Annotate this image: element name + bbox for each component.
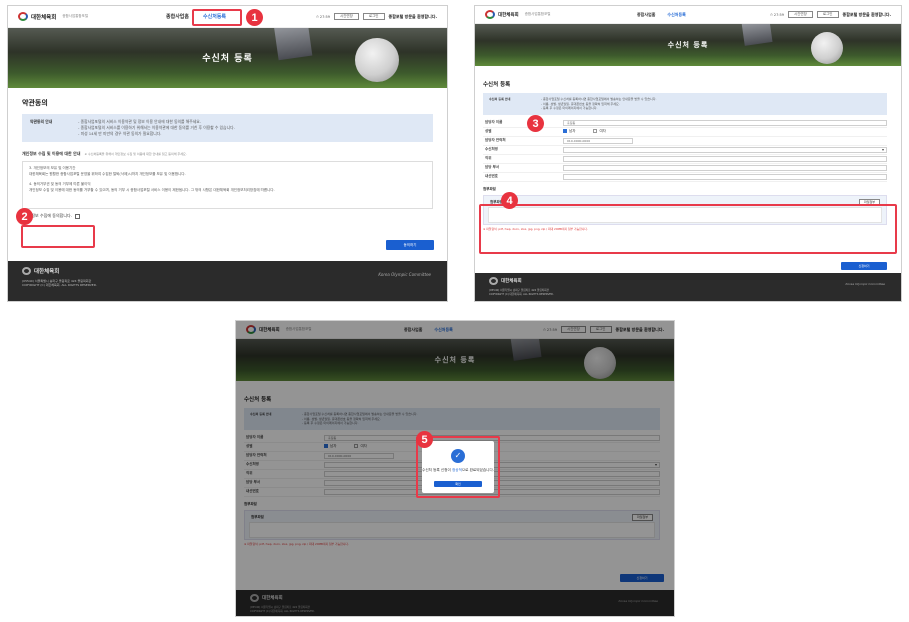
footer-brand: Korea Olympic Committee [378, 272, 431, 277]
site-logo[interactable]: 대한체육회 종합사업통합포털 [18, 12, 88, 21]
position-input[interactable] [563, 155, 887, 162]
session-timer: ⏱ 27:59 [770, 12, 784, 17]
privacy-title: 개인정보 수집 및 이용에 대한 안내 [22, 151, 81, 156]
footer-logo-text: 대한체육회 [501, 279, 522, 284]
field-label: 담당자 이름 [485, 120, 503, 124]
privacy-terms-text[interactable]: 3. 개인정보의 보유 및 이용기간 대한체육회는 원활한 종합사업포털 운영을… [22, 161, 433, 209]
radio-checked-icon [563, 129, 567, 133]
logo-subtext: 종합사업통합포털 [524, 12, 551, 16]
footer: 대한체육회 (05540) 서울특별시 송파구 올림픽로 424 올림픽회관 C… [475, 273, 901, 301]
field-label: 직위 [485, 156, 492, 160]
nav-home[interactable]: 종합사업홈 [166, 13, 189, 20]
logo-text: 대한체육회 [31, 14, 57, 21]
phone-input[interactable]: 010-0000-0000 [563, 137, 633, 144]
attach-section-title: 첨부파일 [483, 186, 496, 191]
field-dept-row: 담당 부서 [483, 164, 887, 173]
section-title: 수신처 등록 [483, 82, 511, 88]
field-org-row: 수신처명 ▾ [483, 146, 887, 155]
name-input[interactable]: 홍길동 [563, 119, 887, 126]
extend-session-button[interactable]: 시간연장 [333, 13, 359, 20]
field-label: 내선번호 [485, 174, 498, 178]
extension-input[interactable] [563, 173, 887, 180]
highlight-attach [479, 204, 897, 254]
footer-copyright: COPYRIGHT (C) 대한체육회. ALL RIGHTS RESERVED… [489, 293, 554, 296]
chevron-down-icon: ▾ [881, 146, 884, 152]
info-line: - 등록 후 수정은 마이페이지에서 가능합니다. [541, 106, 598, 110]
site-logo[interactable]: 대한체육회 종합사업통합포털 [485, 10, 550, 19]
gender-male-radio[interactable]: 남자 [563, 129, 575, 134]
info-label: 수신처 등록 안내 [489, 97, 511, 101]
radio-label: 여자 [599, 129, 606, 133]
footer-logo: 대한체육회 [22, 267, 433, 275]
footer-brand: Korea Olympic Committee [845, 282, 885, 286]
footer-logo: 대한체육회 [489, 277, 887, 285]
footer: 대한체육회 (05540) 서울특별시 송파구 올림픽로 424 올림픽회관 C… [8, 261, 447, 301]
radio-unchecked-icon [593, 129, 598, 133]
footer-logo-text: 대한체육회 [34, 269, 60, 275]
agree-checkbox[interactable] [74, 213, 80, 219]
privacy-heading: 개인정보 수집 및 이용에 대한 안내 ※ 수신처등록을 위해서 개인정보 수집… [22, 151, 433, 157]
hero-title: 수신처 등록 [667, 41, 709, 49]
login-button[interactable]: 로그인 [362, 13, 385, 20]
field-gender-row: 성별 남자 여자 [483, 128, 887, 137]
step-badge-5: 5 [416, 431, 433, 448]
field-position-row: 직위 [483, 155, 887, 164]
terms-content: 약관동의 약관동의 안내 - 종합사업포털의 서비스 이용약관 및 정보 이용 … [8, 88, 447, 219]
field-label: 담당자 연락처 [485, 138, 506, 142]
footer-copyright: COPYRIGHT (C) 대한체육회. ALL RIGHTS RESERVED… [22, 283, 97, 287]
step-badge-1: 1 [246, 9, 263, 26]
screenshot-complete-modal: 대한체육회 종합사업통합포털 종합사업홈 수신처등록 ⏱ 27:59 시간연장 … [235, 320, 675, 617]
nav-recipient-register[interactable]: 수신처등록 [667, 12, 685, 18]
agree-checkbox-row[interactable]: 개인정보 수집에 동의합니다. [22, 213, 433, 219]
org-select[interactable]: ▾ [563, 146, 887, 153]
field-ext-row: 내선번호 [483, 173, 887, 182]
highlight-agree [21, 225, 95, 248]
step-badge-2: 2 [16, 208, 33, 225]
top-nav: 대한체육회 종합사업통합포털 종합사업홈 수신처등록 ⏱ 27:59 시간연장 … [475, 6, 901, 24]
field-phone-row: 담당자 연락처 010-0000-0000 [483, 137, 887, 146]
form-info-box: 수신처 등록 안내 - 종합사업포털 수신처를 등록하시면 종합사업포털에서 발… [483, 93, 887, 115]
gender-radio-group: 남자 여자 [563, 129, 606, 134]
hero-banner: 수신처 등록 [475, 24, 901, 66]
logo-subtext: 종합사업통합포털 [62, 14, 89, 18]
main-menu: 종합사업홈 수신처등록 [637, 12, 686, 18]
logo-icon [18, 12, 28, 21]
welcome-text: 종합포털 방문을 환영합니다. [842, 11, 891, 17]
welcome-text: 종합포털 방문을 환영합니다. [388, 13, 437, 19]
screenshot-recipient-form: 대한체육회 종합사업통합포털 종합사업홈 수신처등록 ⏱ 27:59 시간연장 … [474, 5, 902, 302]
agree-button[interactable]: 동의하기 [386, 240, 434, 250]
session-timer: ⏱ 27:59 [316, 14, 330, 19]
field-label: 수신처명 [485, 147, 498, 151]
step-badge-4: 4 [501, 192, 518, 209]
dept-input[interactable] [563, 164, 887, 171]
nav-home[interactable]: 종합사업홈 [637, 12, 655, 18]
field-label: 담당 부서 [485, 165, 500, 169]
step-badge-3: 3 [527, 115, 544, 132]
terms-line: 개인정보 수집 및 이용에 대한 동의를 거부할 수 있으며, 동의 거부 시 … [29, 187, 275, 192]
form-fields: 담당자 이름 홍길동 성별 남자 여자 담당자 연락처 010-0000-0000 … [483, 119, 887, 182]
logo-icon [485, 10, 495, 19]
privacy-note: ※ 수신처등록을 위해서 개인정보 수집 및 이용에 대한 안내를 읽고 동의해… [84, 152, 187, 156]
submit-button[interactable]: 신청하기 [841, 262, 887, 270]
highlight-nav [192, 9, 242, 26]
hero-banner: 수신처 등록 [8, 28, 447, 88]
hero-title: 수신처 등록 [202, 54, 253, 64]
info-label: 약관동의 안내 [30, 119, 53, 124]
footer-logo-icon [22, 267, 31, 275]
info-line: - 미성 14세 만 미만의 경우 약관 동의가 필요합니다. [78, 131, 162, 136]
field-label: 성별 [485, 129, 492, 133]
footer-logo-icon [489, 277, 498, 285]
section-title: 약관동의 [22, 99, 48, 107]
radio-label: 남자 [569, 129, 576, 133]
screenshot-terms-agreement: 대한체육회 종합사업통합포털 종합사업홈 수신처등록 ⏱ 27:59 시간연장 … [7, 5, 448, 302]
gender-female-radio[interactable]: 여자 [593, 129, 606, 134]
info-line: - 종합사업포털 수신처를 등록하시면 종합사업포털에서 발송하는 안내문을 받… [541, 97, 657, 101]
terms-info-box: 약관동의 안내 - 종합사업포털의 서비스 이용약관 및 정보 이용 안내에 대… [22, 114, 433, 142]
utility-bar: ⏱ 27:59 시간연장 로그인 종합포털 방문을 환영합니다. [770, 11, 891, 18]
extend-session-button[interactable]: 시간연장 [787, 11, 813, 18]
login-button[interactable]: 로그인 [816, 11, 839, 18]
logo-text: 대한체육회 [498, 12, 519, 18]
utility-bar: ⏱ 27:59 시간연장 로그인 종합포털 방문을 환영합니다. [316, 13, 437, 20]
